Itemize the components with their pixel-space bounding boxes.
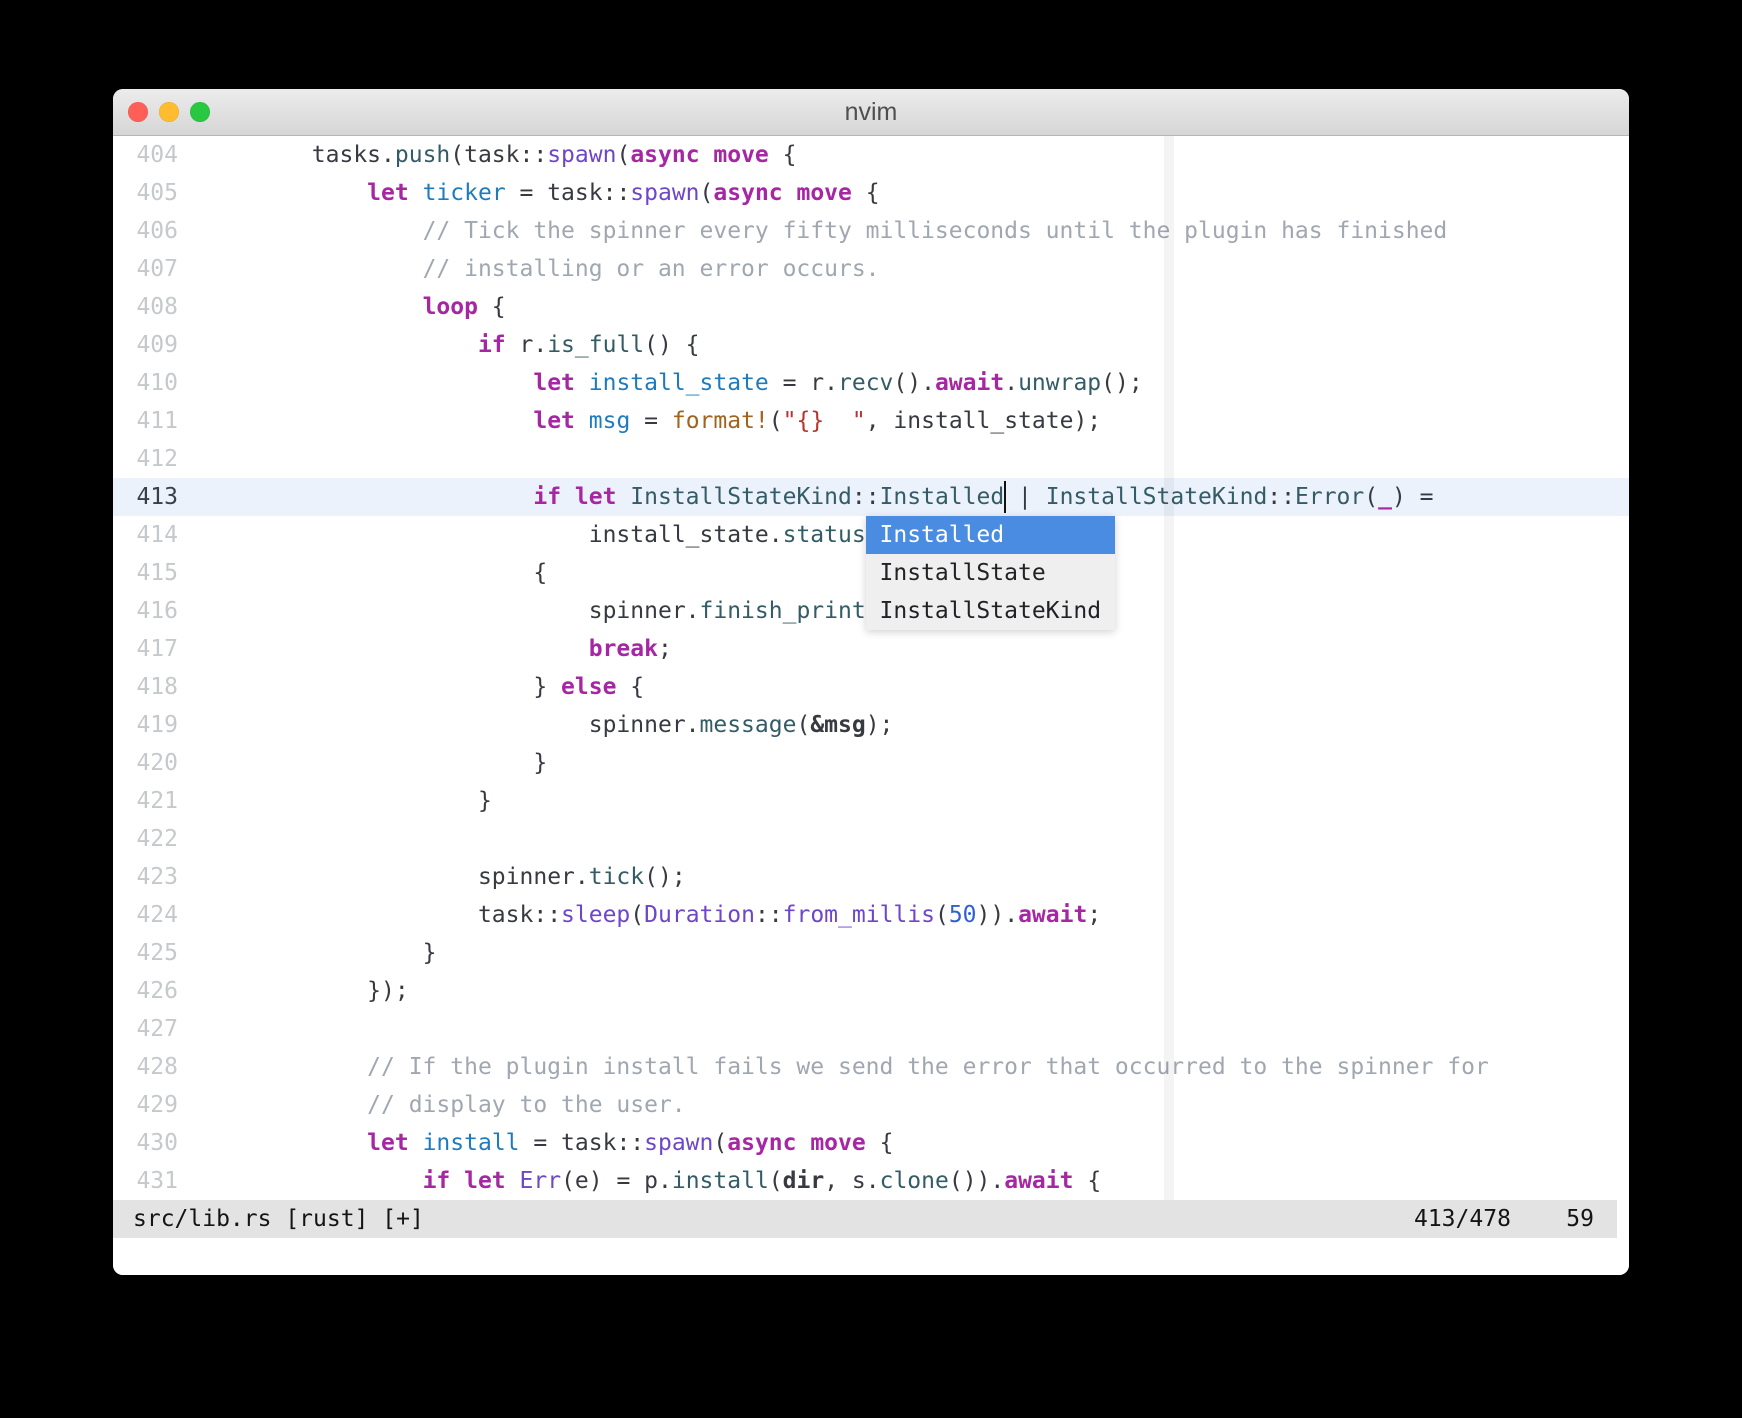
code-text: // If the plugin install fails we send t…: [367, 1054, 1489, 1080]
line-number: 420: [136, 750, 178, 776]
line-number: 427: [136, 1016, 178, 1042]
cursor: [1004, 481, 1007, 513]
line-number: 421: [136, 788, 178, 814]
line-number: 429: [136, 1092, 178, 1118]
titlebar[interactable]: nvim: [113, 89, 1629, 136]
line-number: 406: [136, 218, 178, 244]
code-line: 418 } else {: [113, 668, 1629, 706]
code-line: 407 // installing or an error occurs.: [113, 250, 1629, 288]
completion-item[interactable]: InstallStateKind: [865, 592, 1115, 630]
code-line: 405 let ticker = task::spawn(async move …: [113, 174, 1629, 212]
line-number: 412: [136, 446, 178, 472]
line-number: 431: [136, 1168, 178, 1194]
line-number: 430: [136, 1130, 178, 1156]
line-number: 422: [136, 826, 178, 852]
line-number: 411: [136, 408, 178, 434]
code-line: 419 spinner.message(&msg);: [113, 706, 1629, 744]
code-line: 404 tasks.push(task::spawn(async move {: [113, 136, 1629, 174]
code-text: // Tick the spinner every fifty millisec…: [422, 218, 1448, 244]
code-line: 421 }: [113, 782, 1629, 820]
line-number: 407: [136, 256, 178, 282]
line-number: 428: [136, 1054, 178, 1080]
code-line: 427: [113, 1010, 1629, 1048]
code-text: spinner.message(&msg);: [588, 712, 894, 738]
line-number: 425: [136, 940, 178, 966]
line-number: 423: [136, 864, 178, 890]
code-text: let ticker = task::spawn(async move {: [367, 180, 880, 206]
line-number: 408: [136, 294, 178, 320]
completion-popup: Installed InstallState InstallStateKind: [865, 516, 1115, 630]
completion-item[interactable]: Installed: [865, 516, 1115, 554]
code-line: 417 break;: [113, 630, 1629, 668]
code-text: let install_state = r.recv().await.unwra…: [533, 370, 1143, 396]
code-line: 413 if let InstallStateKind::Installed |…: [113, 478, 1629, 516]
code-text: loop {: [422, 294, 506, 320]
code-text: task::sleep(Duration::from_millis(50)).a…: [477, 902, 1102, 928]
line-number: 414: [136, 522, 178, 548]
line-number: 405: [136, 180, 178, 206]
line-number: 415: [136, 560, 178, 586]
code-lines: 404 tasks.push(task::spawn(async move {4…: [113, 136, 1629, 1200]
line-number: 419: [136, 712, 178, 738]
code-text: let msg = format!("{} ", install_state);: [533, 408, 1102, 434]
code-text: let install = task::spawn(async move {: [367, 1130, 894, 1156]
code-line: 423 spinner.tick();: [113, 858, 1629, 896]
completion-item[interactable]: InstallState: [865, 554, 1115, 592]
code-line: 412: [113, 440, 1629, 478]
traffic-lights: [128, 89, 210, 135]
code-line: 429 // display to the user.: [113, 1086, 1629, 1124]
line-number: 424: [136, 902, 178, 928]
code-text: }: [533, 750, 548, 776]
code-text: // display to the user.: [367, 1092, 686, 1118]
statusline-column: 59: [1566, 1206, 1594, 1232]
line-number: 410: [136, 370, 178, 396]
nvim-window: nvim 404 tasks.push(task::spawn(async mo…: [113, 89, 1629, 1275]
code-line: 411 let msg = format!("{} ", install_sta…: [113, 402, 1629, 440]
code-line: 424 task::sleep(Duration::from_millis(50…: [113, 896, 1629, 934]
code-line: 420 }: [113, 744, 1629, 782]
line-number: 416: [136, 598, 178, 624]
code-text: if let Err(e) = p.install(dir, s.clone()…: [422, 1168, 1102, 1194]
code-line: 430 let install = task::spawn(async move…: [113, 1124, 1629, 1162]
code-text: });: [367, 978, 409, 1004]
line-number: 418: [136, 674, 178, 700]
code-text: }: [477, 788, 492, 814]
code-text: break;: [588, 636, 672, 662]
code-text: spinner.tick();: [477, 864, 686, 890]
statusline: src/lib.rs [rust] [+] 413/478 59: [113, 1200, 1617, 1238]
line-number: 404: [136, 142, 178, 168]
code-text: // installing or an error occurs.: [422, 256, 880, 282]
statusline-file: src/lib.rs [rust] [+]: [133, 1206, 424, 1232]
line-number: 409: [136, 332, 178, 358]
window-title: nvim: [844, 97, 898, 126]
line-number: 426: [136, 978, 178, 1004]
code-line: 426 });: [113, 972, 1629, 1010]
code-line: 408 loop {: [113, 288, 1629, 326]
code-line: 410 let install_state = r.recv().await.u…: [113, 364, 1629, 402]
code-text: } else {: [533, 674, 645, 700]
code-text: install_state.status: [588, 522, 866, 548]
code-line: 422: [113, 820, 1629, 858]
code-text: tasks.push(task::spawn(async move {: [311, 142, 797, 168]
code-line: 425 }: [113, 934, 1629, 972]
code-text: }: [422, 940, 437, 966]
code-line: 409 if r.is_full() {: [113, 326, 1629, 364]
code-text: if r.is_full() {: [477, 332, 700, 358]
zoom-button[interactable]: [190, 102, 210, 122]
code-line: 406 // Tick the spinner every fifty mill…: [113, 212, 1629, 250]
code-line: 428 // If the plugin install fails we se…: [113, 1048, 1629, 1086]
code-text: spinner.finish_print(: [588, 598, 880, 624]
statusline-position: 413/478: [1413, 1206, 1511, 1232]
code-area[interactable]: 404 tasks.push(task::spawn(async move {4…: [113, 136, 1629, 1200]
line-number: 417: [136, 636, 178, 662]
close-button[interactable]: [128, 102, 148, 122]
line-number: 413: [136, 484, 178, 510]
statusline-right: 413/478 59: [1414, 1200, 1594, 1238]
code-text: {: [533, 560, 548, 586]
command-line: -- INSERT --: [113, 1238, 1629, 1275]
code-text: if let InstallStateKind::Installed | Ins…: [533, 484, 1434, 510]
code-line: 431 if let Err(e) = p.install(dir, s.clo…: [113, 1162, 1629, 1200]
minimize-button[interactable]: [159, 102, 179, 122]
